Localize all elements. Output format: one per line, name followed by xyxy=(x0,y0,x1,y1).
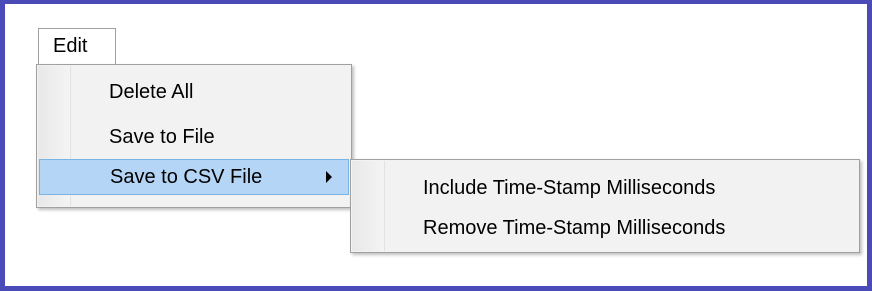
submenu-item-include-ms[interactable]: Include Time-Stamp Milliseconds xyxy=(353,171,857,207)
submenu-item-remove-ms[interactable]: Remove Time-Stamp Milliseconds xyxy=(353,211,857,247)
menu-item-save-to-csv-file[interactable]: Save to CSV File xyxy=(39,159,349,195)
chevron-right-icon xyxy=(326,171,332,183)
menu-item-delete-all[interactable]: Delete All xyxy=(39,75,349,111)
menu-item-save-to-file[interactable]: Save to File xyxy=(39,120,349,156)
menu-item-label: Save to CSV File xyxy=(110,166,263,188)
menu-edit[interactable]: Edit xyxy=(38,28,116,64)
application-window: Edit Delete All Save to File Save to CSV… xyxy=(0,0,872,291)
menu-bar: Edit xyxy=(29,28,869,64)
edit-dropdown-menu: Delete All Save to File Save to CSV File xyxy=(36,64,352,208)
csv-submenu: Include Time-Stamp Milliseconds Remove T… xyxy=(350,159,860,253)
